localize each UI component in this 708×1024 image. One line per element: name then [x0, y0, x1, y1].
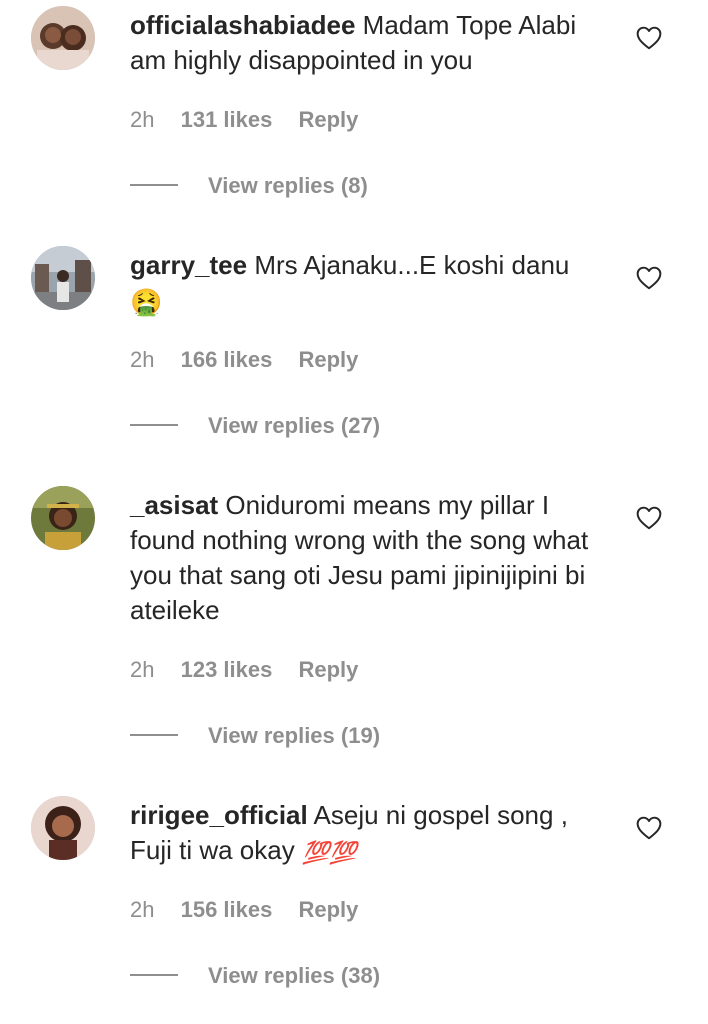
heart-icon[interactable] [636, 26, 662, 50]
divider-line [130, 184, 178, 187]
view-replies-button[interactable]: View replies (27) [130, 413, 380, 439]
view-replies-label: View replies (19) [208, 723, 381, 748]
comment-text: officialashabiadee Madam Tope Alabi am h… [130, 8, 610, 78]
divider-line [130, 424, 178, 427]
likes-count[interactable]: 166 likes [181, 347, 273, 372]
comment-body: Mrs Ajanaku...E koshi danu [254, 250, 570, 280]
heart-icon[interactable] [636, 266, 662, 290]
comment-meta: 2h 166 likes Reply [130, 347, 378, 373]
comment-time: 2h [130, 657, 155, 682]
comment-text: _asisat Oniduromi means my pillar I foun… [130, 488, 610, 628]
view-replies-button[interactable]: View replies (38) [130, 963, 380, 989]
comment-username[interactable]: _asisat [130, 490, 218, 520]
likes-count[interactable]: 156 likes [181, 897, 273, 922]
hundred-points-emoji: 💯💯 [301, 839, 357, 865]
avatar[interactable] [31, 486, 95, 550]
divider-line [130, 734, 178, 737]
comment-time: 2h [130, 107, 155, 132]
comment-meta: 2h 123 likes Reply [130, 657, 378, 683]
avatar[interactable] [31, 6, 95, 70]
comment-text: garry_tee Mrs Ajanaku...E koshi danu 🤮 [130, 248, 610, 320]
likes-count[interactable]: 131 likes [181, 107, 273, 132]
likes-count[interactable]: 123 likes [181, 657, 273, 682]
reply-button[interactable]: Reply [298, 897, 358, 922]
nauseated-face-emoji: 🤮 [130, 286, 163, 317]
reply-button[interactable]: Reply [298, 347, 358, 372]
view-replies-label: View replies (8) [208, 173, 368, 198]
view-replies-label: View replies (38) [208, 963, 381, 988]
view-replies-button[interactable]: View replies (19) [130, 723, 380, 749]
heart-icon[interactable] [636, 506, 662, 530]
comment-username[interactable]: garry_tee [130, 250, 247, 280]
comment-username[interactable]: ririgee_official [130, 800, 308, 830]
comment-meta: 2h 131 likes Reply [130, 107, 378, 133]
view-replies-button[interactable]: View replies (8) [130, 173, 368, 199]
divider-line [130, 974, 178, 977]
comment-username[interactable]: officialashabiadee [130, 10, 355, 40]
comment-time: 2h [130, 347, 155, 372]
comment-text: ririgee_official Aseju ni gospel song , … [130, 798, 610, 870]
comment-time: 2h [130, 897, 155, 922]
avatar[interactable] [31, 796, 95, 860]
heart-icon[interactable] [636, 816, 662, 840]
reply-button[interactable]: Reply [298, 107, 358, 132]
reply-button[interactable]: Reply [298, 657, 358, 682]
avatar[interactable] [31, 246, 95, 310]
view-replies-label: View replies (27) [208, 413, 381, 438]
comment-meta: 2h 156 likes Reply [130, 897, 378, 923]
